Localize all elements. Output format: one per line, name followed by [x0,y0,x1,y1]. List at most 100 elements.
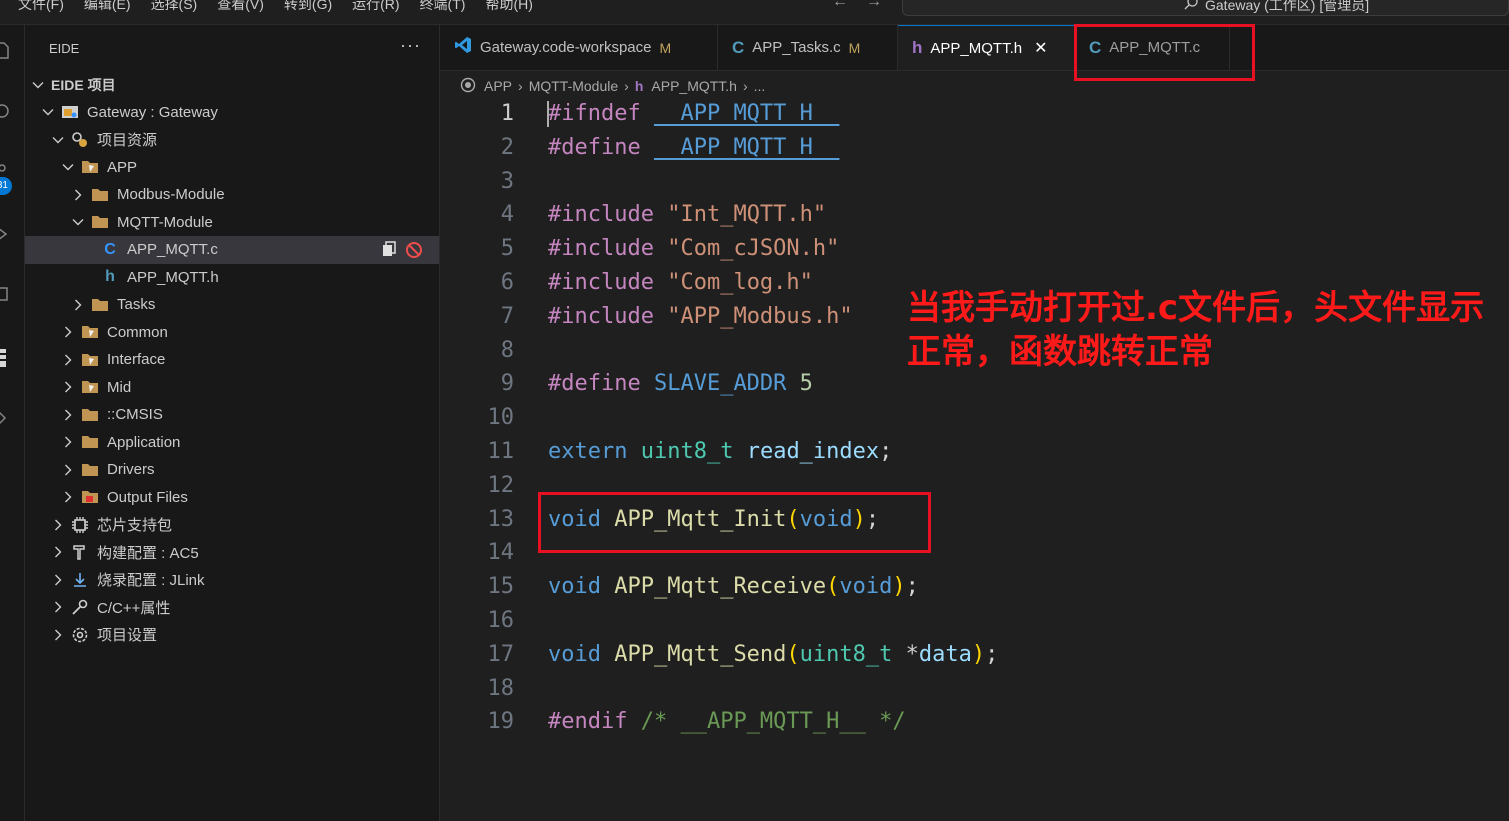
menu-item[interactable]: 转到(G) [284,0,332,14]
line-number: 16 [487,607,515,633]
menu-item[interactable]: 查看(V) [217,0,264,14]
chevron-right-icon [51,600,65,614]
tree-item-项目设置[interactable]: 项目设置 [25,621,439,649]
menu-item[interactable]: 编辑(E) [84,0,131,14]
tree-item-烧录配置-jlink[interactable]: 烧录配置 : JLink [25,566,439,594]
code-line[interactable]: 16 [440,604,1509,638]
search-icon [1183,0,1199,16]
tree-item-tasks[interactable]: Tasks [25,291,439,319]
search-icon[interactable] [0,103,10,121]
breadcrumb: APP › MQTT-Module › h APP_MQTT.h › ... [460,75,765,97]
chevron-right-icon [61,380,75,394]
code-text: #define SLAVE_ADDR 5 [548,371,813,397]
code-line[interactable]: 10 [440,401,1509,435]
tree-item-label: APP_MQTT.c [127,241,218,259]
tree-item-mqtt-module[interactable]: MQTT-Module [25,209,439,237]
menu-item[interactable]: 运行(R) [352,0,399,14]
forward-arrow-icon[interactable]: → [866,0,882,11]
command-center-search[interactable]: Gateway (工作区) [管理员] [902,0,1509,16]
tree-item-label: Interface [107,351,166,369]
code-line[interactable]: 4 #include "Int_MQTT.h" [440,198,1509,232]
run-debug-icon[interactable] [0,225,10,243]
exclude-icon[interactable] [405,241,423,263]
resources-icon [71,131,89,149]
tab-label: APP_MQTT.h [930,39,1023,57]
section-header-eide-project[interactable]: EIDE 项目 [25,71,439,99]
tree-item-项目资源[interactable]: 项目资源 [25,126,439,154]
line-number: 12 [487,472,515,498]
code-text: #include "Int_MQTT.h" [548,202,827,228]
tab-gateway-workspace[interactable]: Gateway.code-workspace M [440,25,718,70]
copy-icon[interactable] [381,241,397,263]
line-number: 7 [500,303,514,329]
tree-item-构建配置-ac5[interactable]: 构建配置 : AC5 [25,539,439,567]
tab-app-mqtt-h[interactable]: h APP_MQTT.h ✕ [898,25,1075,70]
code-text: void APP_Mqtt_Send(uint8_t *data); [548,641,999,667]
code-text: extern uint8_t read_index; [548,438,893,464]
tree-item-interface[interactable]: Interface [25,346,439,374]
line-number: 19 [487,709,515,735]
code-line[interactable]: 18 [440,672,1509,706]
breadcrumb-item-file[interactable]: APP_MQTT.h [651,78,737,94]
tree-item-output-files[interactable]: Output Files [25,484,439,512]
code-line[interactable]: 1 #ifndef __APP_MQTT_H__ [440,97,1509,131]
annotation-text: 当我手动打开过.c文件后，头文件显示正常，函数跳转正常 [907,288,1485,372]
tab-app-tasks-c[interactable]: C APP_Tasks.c M [718,25,898,70]
tree-item-c-c-属性[interactable]: C/C++属性 [25,594,439,622]
extensions-icon[interactable] [0,285,10,303]
code-line[interactable]: 3 [440,165,1509,199]
breadcrumb-item-mqtt-module[interactable]: MQTT-Module [529,78,618,94]
eide-chip-icon[interactable] [0,347,10,367]
remote-icon[interactable] [0,407,10,425]
tree-item-mid[interactable]: Mid [25,374,439,402]
menu-item[interactable]: 文件(F) [18,0,64,14]
menu-item[interactable]: 终端(T) [420,0,466,14]
code-line[interactable]: 19 #endif /* __APP_MQTT_H__ */ [440,705,1509,739]
folder-special-icon [81,351,99,369]
tree-item-芯片支持包[interactable]: 芯片支持包 [25,511,439,539]
menu-item[interactable]: 帮助(H) [485,0,532,14]
line-number: 3 [500,168,514,194]
code-line[interactable]: 15 void APP_Mqtt_Receive(void); [440,570,1509,604]
flash-icon [71,571,89,589]
line-number: 10 [487,405,515,431]
tree-item-application[interactable]: Application [25,429,439,457]
line-number: 15 [487,574,515,600]
breadcrumb-item-more[interactable]: ... [754,78,766,94]
folder-circle-icon [460,77,476,96]
line-number: 14 [487,540,515,566]
explorer-icon[interactable] [0,41,10,59]
chevron-right-icon [61,353,75,367]
code-line[interactable]: 2 #define __APP_MQTT_H__ [440,131,1509,165]
tree-item-app-mqtt-h[interactable]: h APP_MQTT.h [25,264,439,292]
tree-item-drivers[interactable]: Drivers [25,456,439,484]
chevron-right-icon [51,628,65,642]
tab-label: Gateway.code-workspace [480,39,652,56]
tree-item-label: Modbus-Module [117,186,225,204]
tree-item-gateway-gateway[interactable]: Gateway : Gateway [25,99,439,127]
tree-item-app-mqtt-c[interactable]: C APP_MQTT.c [25,236,439,264]
chevron-right-icon [71,188,85,202]
tree-item-app[interactable]: APP [25,154,439,182]
close-icon[interactable]: ✕ [1034,38,1047,58]
tree-item-label: Tasks [117,296,156,314]
breadcrumb-item-app[interactable]: APP [484,78,512,94]
line-number: 1 [500,101,514,126]
code-line[interactable]: 17 void APP_Mqtt_Send(uint8_t *data); [440,638,1509,672]
code-line[interactable]: 5 #include "Com_cJSON.h" [440,232,1509,266]
chevron-right-icon: › [518,78,523,94]
eide-sidebar: EIDE ··· EIDE 项目 Gateway : Gateway 项目资源 AP… [25,25,440,821]
tree-item-label: 烧录配置 : JLink [97,572,205,590]
tree-item-cmsis[interactable]: ::CMSIS [25,401,439,429]
folder-special-icon [81,158,99,176]
code-text: #include "Com_log.h" [548,269,813,295]
menu-item[interactable]: 选择(S) [151,0,198,14]
code-editor[interactable]: 1 #ifndef __APP_MQTT_H__ 2 #define __APP_MQ… [440,97,1509,739]
vscode-icon [454,36,472,59]
tree-item-modbus-module[interactable]: Modbus-Module [25,181,439,209]
tree-item-label: Drivers [107,461,155,479]
code-line[interactable]: 11 extern uint8_t read_index; [440,435,1509,469]
back-arrow-icon[interactable]: ← [832,0,848,11]
tree-item-common[interactable]: Common [25,319,439,347]
more-actions-icon[interactable]: ··· [400,35,421,56]
